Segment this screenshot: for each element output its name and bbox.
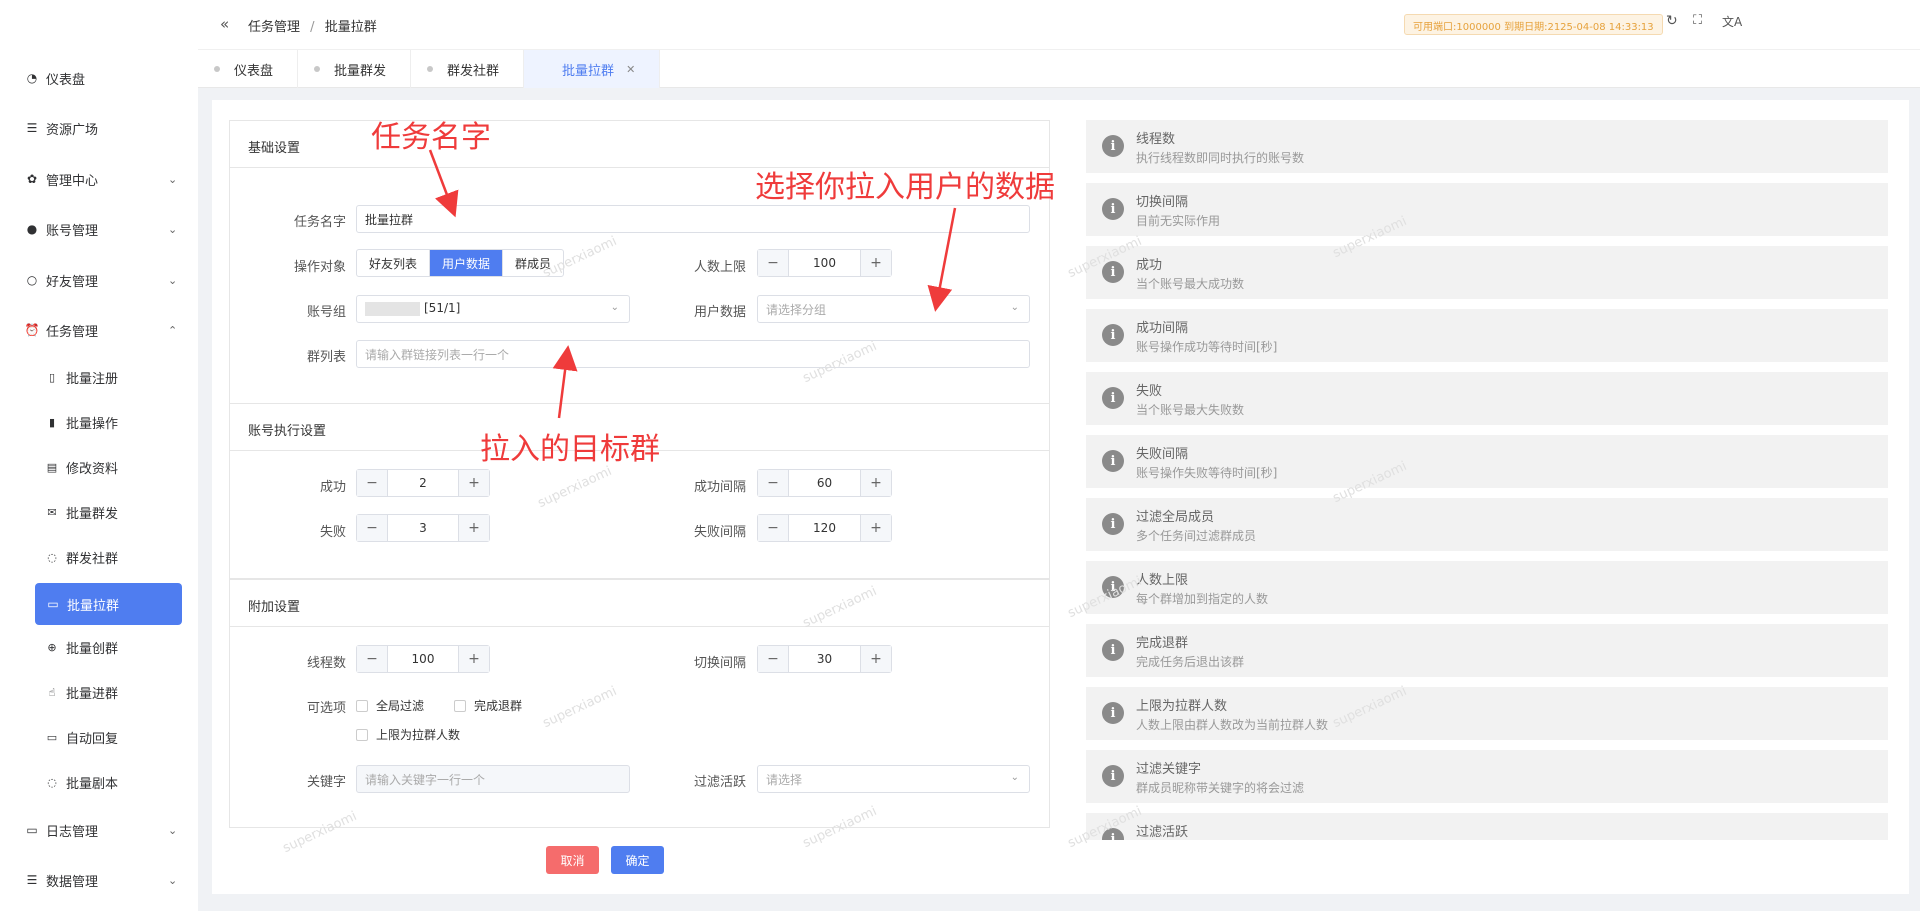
arrow-user-data [927,207,957,312]
annotation-user-data: 选择你拉入用户的数据 [755,170,1055,205]
arrow-task-name [428,149,459,218]
arrow-group-list [552,345,578,419]
annotation-target-group: 拉入的目标群 [480,432,660,467]
annotation-task-name: 任务名字 [371,120,491,155]
annotation-arrows [428,149,957,419]
